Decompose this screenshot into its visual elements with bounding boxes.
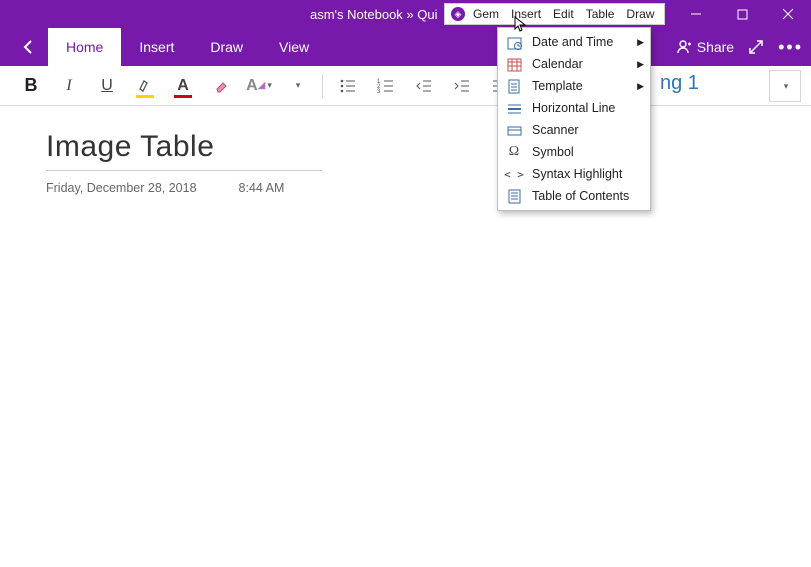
hline-icon xyxy=(506,100,522,116)
underline-button[interactable]: U xyxy=(88,67,126,105)
window-controls xyxy=(673,0,811,28)
highlighter-icon xyxy=(135,76,155,96)
menu-scanner[interactable]: Scanner xyxy=(498,119,650,141)
menu-table-of-contents[interactable]: Table of Contents xyxy=(498,185,650,207)
style-preview[interactable]: ng 1 xyxy=(650,70,709,97)
menu-horizontal-line[interactable]: Horizontal Line xyxy=(498,97,650,119)
menu-symbol[interactable]: Ω Symbol xyxy=(498,141,650,163)
menu-label: Horizontal Line xyxy=(532,101,615,115)
submenu-arrow-icon: ▶ xyxy=(637,59,644,70)
outdent-icon xyxy=(415,77,433,95)
bullets-button[interactable] xyxy=(329,67,367,105)
bullets-icon xyxy=(339,77,357,95)
ribbon-toolbar: B I U A A◢ ▾ ▾ 123 ng 1 ▾ xyxy=(0,66,811,106)
toc-icon xyxy=(506,188,522,204)
numbering-button[interactable]: 123 xyxy=(367,67,405,105)
menu-label: Symbol xyxy=(532,145,574,159)
gem-menu-edit[interactable]: Edit xyxy=(549,7,578,21)
back-button[interactable] xyxy=(8,28,48,66)
menu-label: Syntax Highlight xyxy=(532,167,622,181)
font-dropdown-button[interactable]: ▾ xyxy=(278,67,316,105)
menu-label: Scanner xyxy=(532,123,579,137)
clock-icon xyxy=(506,34,522,50)
gem-menu-gem[interactable]: Gem xyxy=(469,7,503,21)
omega-icon: Ω xyxy=(506,144,522,160)
gem-menu-draw[interactable]: Draw xyxy=(622,7,658,21)
italic-button[interactable]: I xyxy=(50,67,88,105)
page-date[interactable]: Friday, December 28, 2018 xyxy=(46,181,197,195)
menu-syntax-highlight[interactable]: < > Syntax Highlight xyxy=(498,163,650,185)
calendar-icon xyxy=(506,56,522,72)
menu-label: Template xyxy=(532,79,583,93)
minimize-button[interactable] xyxy=(673,0,719,28)
menu-label: Date and Time xyxy=(532,35,613,49)
tab-draw[interactable]: Draw xyxy=(192,28,261,66)
tab-insert[interactable]: Insert xyxy=(121,28,192,66)
bold-button[interactable]: B xyxy=(12,67,50,105)
eraser-icon xyxy=(211,76,231,96)
ribbon-tabs: Home Insert Draw View Share ••• xyxy=(0,28,811,66)
font-color-button[interactable]: A xyxy=(164,67,202,105)
share-button[interactable]: Share xyxy=(675,39,734,55)
gem-menubar: ◈ Gem Insert Edit Table Draw xyxy=(444,3,665,25)
mouse-cursor-icon xyxy=(514,16,530,32)
gem-menu-table[interactable]: Table xyxy=(582,7,619,21)
scanner-icon xyxy=(506,122,522,138)
title-underline xyxy=(46,170,322,171)
tab-home[interactable]: Home xyxy=(48,28,121,66)
indent-button[interactable] xyxy=(443,67,481,105)
svg-text:3: 3 xyxy=(377,89,381,95)
styles-dropdown-button[interactable]: ▾ xyxy=(769,70,801,102)
clear-format-button[interactable] xyxy=(202,67,240,105)
divider xyxy=(322,74,323,98)
submenu-arrow-icon: ▶ xyxy=(637,81,644,92)
gem-icon: ◈ xyxy=(451,7,465,21)
template-icon xyxy=(506,78,522,94)
page-title[interactable]: Image Table xyxy=(46,130,765,164)
menu-date-and-time[interactable]: Date and Time ▶ xyxy=(498,31,650,53)
page-time[interactable]: 8:44 AM xyxy=(239,181,285,195)
window-title: asm's Notebook » Qui xyxy=(310,7,438,22)
share-icon xyxy=(675,39,691,55)
page-meta: Friday, December 28, 2018 8:44 AM xyxy=(46,181,765,195)
chevron-left-icon xyxy=(20,39,36,55)
share-label: Share xyxy=(697,39,734,55)
menu-label: Table of Contents xyxy=(532,189,629,203)
page-canvas[interactable]: Image Table Friday, December 28, 2018 8:… xyxy=(0,106,811,219)
menu-template[interactable]: Template ▶ xyxy=(498,75,650,97)
more-button[interactable]: ••• xyxy=(778,37,803,58)
menu-label: Calendar xyxy=(532,57,583,71)
menu-calendar[interactable]: Calendar ▶ xyxy=(498,53,650,75)
titlebar: asm's Notebook » Qui ◈ Gem Insert Edit T… xyxy=(0,0,811,28)
submenu-arrow-icon: ▶ xyxy=(637,37,644,48)
tab-view[interactable]: View xyxy=(261,28,327,66)
format-painter-button[interactable]: A◢ ▾ xyxy=(240,67,278,105)
numbering-icon: 123 xyxy=(377,77,395,95)
indent-icon xyxy=(453,77,471,95)
code-icon: < > xyxy=(506,166,522,182)
close-button[interactable] xyxy=(765,0,811,28)
insert-dropdown: Date and Time ▶ Calendar ▶ Template ▶ Ho… xyxy=(497,27,651,211)
fullscreen-button[interactable] xyxy=(748,39,764,55)
outdent-button[interactable] xyxy=(405,67,443,105)
maximize-button[interactable] xyxy=(719,0,765,28)
highlight-button[interactable] xyxy=(126,67,164,105)
